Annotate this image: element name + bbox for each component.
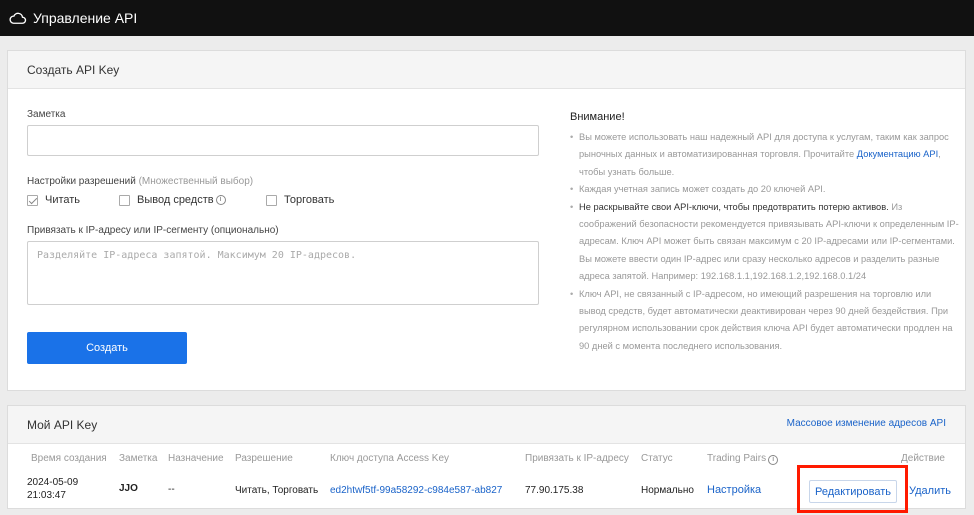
- note-input[interactable]: [27, 125, 539, 156]
- notice-item-3: Не раскрывайте свои API-ключи, чтобы пре…: [570, 199, 960, 286]
- notice-item-1: Вы можете использовать наш надежный API …: [570, 129, 960, 181]
- cloud-icon: [9, 12, 27, 24]
- trading-pairs-settings-link[interactable]: Настройка: [707, 484, 761, 496]
- notice-block: Внимание! Вы можете использовать наш над…: [570, 111, 960, 355]
- col-status: Статус: [641, 453, 673, 464]
- delete-link[interactable]: Удалить: [909, 485, 951, 497]
- create-api-key-panel: Создать API Key Заметка Настройки разреш…: [7, 50, 966, 391]
- row-ip: 77.90.175.38: [525, 485, 584, 496]
- row-time: 21:03:47: [27, 490, 66, 501]
- highlight-box: [797, 465, 908, 513]
- create-button[interactable]: Создать: [27, 332, 187, 364]
- info-icon[interactable]: i: [768, 455, 779, 465]
- perm-trade-checkbox[interactable]: Торговать: [266, 194, 334, 206]
- col-note: Заметка: [119, 453, 158, 464]
- col-purpose: Назначение: [168, 453, 224, 464]
- row-permission: Читать, Торговать: [235, 485, 319, 496]
- notice-item-4: Ключ API, не связанный с IP-адресом, но …: [570, 286, 960, 356]
- permissions-label: Настройки разрешений (Множественный выбо…: [27, 176, 254, 187]
- col-trading-pairs: Trading Pairs i: [707, 453, 779, 465]
- row-access-key[interactable]: ed2htwf5tf-99a58292-c984e587-ab827: [330, 485, 502, 496]
- col-ip: Привязать к IP-адресу: [525, 453, 629, 464]
- api-docs-link[interactable]: Документацию API: [857, 149, 938, 159]
- note-label: Заметка: [27, 109, 66, 120]
- col-access-key: Ключ доступа Access Key: [330, 453, 450, 464]
- ip-textarea[interactable]: Разделяйте IP-адреса запятой. Максимум 2…: [27, 241, 539, 305]
- row-status: Нормально: [641, 485, 694, 496]
- mass-edit-link[interactable]: Массовое изменение адресов API: [787, 418, 946, 429]
- checkbox-checked-icon[interactable]: [27, 194, 38, 206]
- row-purpose: --: [168, 484, 175, 495]
- notice-item-2: Каждая учетная запись может создать до 2…: [570, 181, 960, 199]
- row-note: JJO: [119, 483, 138, 494]
- ip-binding-label: Привязать к IP-адресу или IP-сегменту (о…: [27, 225, 279, 236]
- perm-withdraw-checkbox[interactable]: Вывод средств i: [119, 194, 226, 206]
- my-api-keys-panel: Мой API Key Массовое изменение адресов A…: [7, 405, 966, 513]
- create-panel-title: Создать API Key: [8, 51, 965, 89]
- info-icon[interactable]: i: [215, 195, 226, 205]
- col-permission: Разрешение: [235, 453, 293, 464]
- page-title: Управление API: [33, 10, 138, 26]
- checkbox-icon[interactable]: [119, 194, 130, 206]
- col-created: Время создания: [31, 453, 107, 464]
- col-action: Действие: [901, 453, 945, 464]
- top-bar: Управление API: [0, 0, 974, 36]
- row-date: 2024-05-09: [27, 477, 79, 488]
- checkbox-icon[interactable]: [266, 194, 277, 206]
- notice-title: Внимание!: [570, 111, 625, 123]
- perm-read-checkbox[interactable]: Читать: [27, 194, 80, 206]
